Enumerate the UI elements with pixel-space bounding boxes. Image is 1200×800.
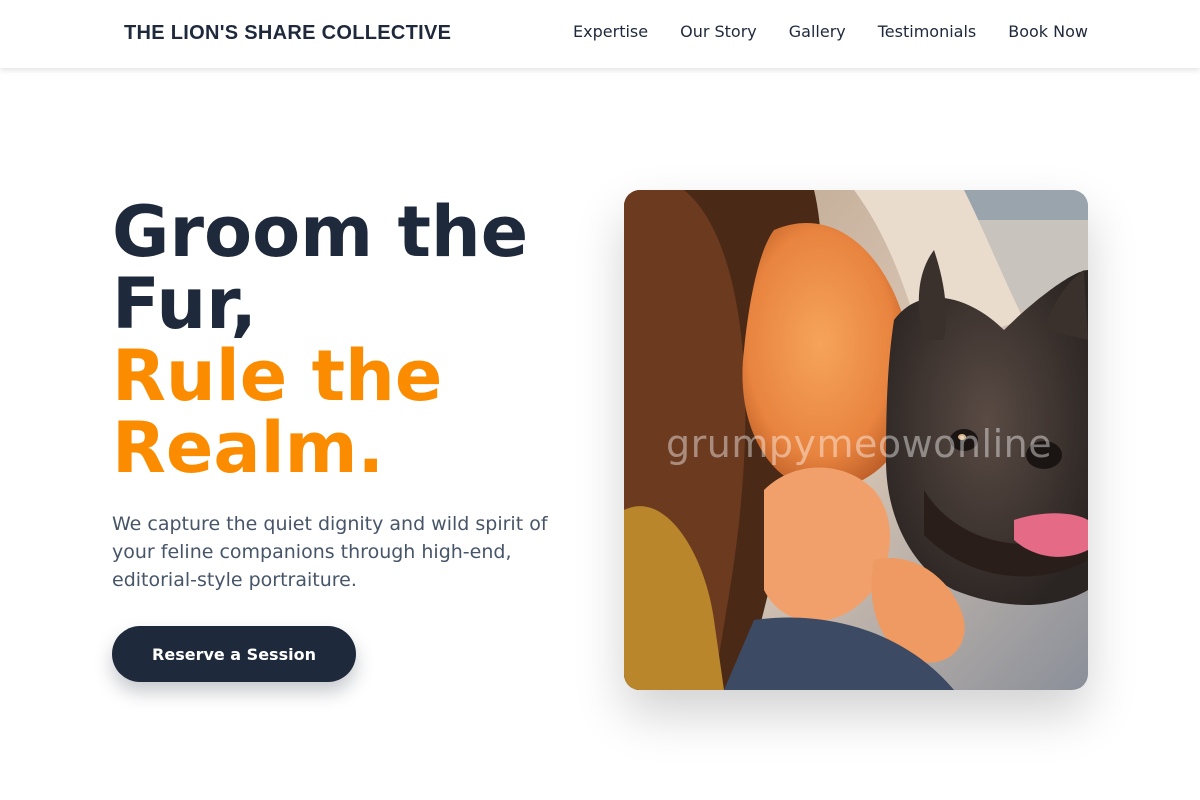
hero-subtitle: We capture the quiet dignity and wild sp…	[112, 513, 548, 591]
nav-expertise[interactable]: Expertise	[573, 22, 648, 41]
main-nav: Expertise Our Story Gallery Testimonials…	[573, 22, 1088, 41]
nav-our-story[interactable]: Our Story	[680, 22, 757, 41]
brand-logo[interactable]: THE LION'S SHARE COLLECTIVE	[124, 22, 451, 45]
hero-photo: grumpymeowonline	[624, 190, 1088, 690]
site-header: THE LION'S SHARE COLLECTIVE Expertise Ou…	[0, 0, 1200, 68]
reserve-session-button[interactable]: Reserve a Session	[112, 626, 356, 682]
nav-gallery[interactable]: Gallery	[789, 22, 846, 41]
hero-title: Groom the Fur, Rule the Realm.	[112, 196, 592, 484]
hero-title-line-2: Fur,	[112, 263, 257, 345]
hero-title-accent-line-2: Realm.	[112, 407, 385, 489]
hero-title-line-1: Groom the	[112, 191, 529, 273]
hero-title-accent-line-1: Rule the	[112, 335, 443, 417]
nav-book-now[interactable]: Book Now	[1008, 22, 1088, 41]
photo-watermark: grumpymeowonline	[666, 422, 1053, 466]
nav-testimonials[interactable]: Testimonials	[878, 22, 977, 41]
